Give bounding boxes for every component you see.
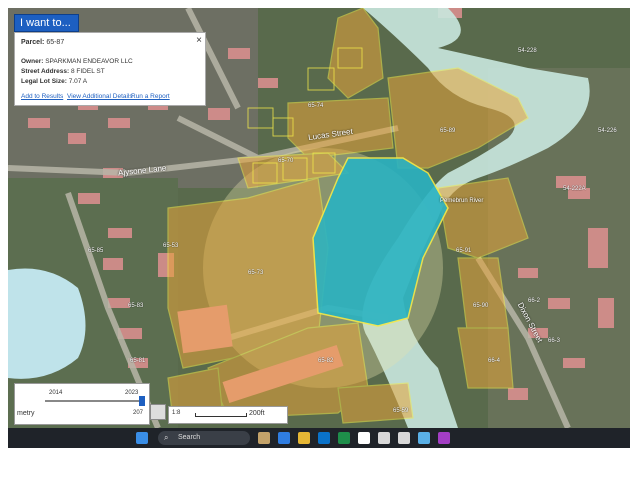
scale-label: 200ft <box>249 410 265 417</box>
map-canvas[interactable]: 65-89 65-73 65-82 65-91 65-85 65-83 65-8… <box>8 8 630 428</box>
search-icon: ⌕ <box>164 433 169 442</box>
app-icon[interactable] <box>358 432 370 444</box>
parcel-label: 65-89 <box>440 128 456 134</box>
parcel-value: 65-87 <box>46 39 65 46</box>
timeline-slider[interactable]: 2014 2023 metry 207 <box>14 383 150 425</box>
parcel-popup: × Parcel: 65-87 Owner: SPARKMAN ENDEAVOR… <box>14 32 206 106</box>
lot-size-value: 7.07 A <box>68 78 88 85</box>
parcel-label: 66-3 <box>548 338 561 344</box>
scale-bar: 1:8 200ft <box>168 406 288 424</box>
i-want-to-button[interactable]: I want to... <box>14 14 79 32</box>
run-report-link[interactable]: Run a Report <box>131 93 170 100</box>
taskbar: ⌕ Search <box>8 428 630 448</box>
windows-start-icon[interactable] <box>136 432 148 444</box>
parcel-label-key: Parcel: <box>21 39 45 46</box>
owner-value: SPARKMAN ENDEAVOR LLC <box>45 58 133 65</box>
address-value: 8 FIDEL ST <box>70 68 105 75</box>
parcel-label: 65-74 <box>308 103 324 109</box>
popup-parcel-row: Parcel: 65-87 <box>21 39 64 46</box>
parcel-label: 66-4 <box>488 358 501 364</box>
parcel-label: 65-59 <box>393 408 409 414</box>
parcel-label: 65-91 <box>456 248 472 254</box>
timeline-handle[interactable] <box>139 396 145 406</box>
parcel-label: 65-70 <box>278 158 294 164</box>
timeline-end-year: 2023 <box>125 390 139 396</box>
parcel-label: 65-81 <box>130 358 146 364</box>
popup-address-row: Street Address: 8 FIDEL ST <box>21 68 105 75</box>
parcel-label: 65-83 <box>128 303 144 309</box>
close-icon[interactable]: × <box>196 35 202 46</box>
parcel-label: 65-90 <box>473 303 489 309</box>
street-label-river: Pemebrun River <box>440 198 484 204</box>
app-icon[interactable] <box>418 432 430 444</box>
app-icon[interactable] <box>398 432 410 444</box>
lot-size-label: Legal Lot Size: <box>21 78 67 85</box>
parcel-label: 54-226 <box>598 128 617 134</box>
popup-owner-row: Owner: SPARKMAN ENDEAVOR LLC <box>21 58 133 65</box>
popup-lot-row: Legal Lot Size: 7.07 A <box>21 78 87 85</box>
add-to-results-link[interactable]: Add to Results <box>21 93 63 100</box>
view-details-link[interactable]: View Additional Details <box>67 93 133 100</box>
folder-icon[interactable] <box>298 432 310 444</box>
outlook-icon[interactable] <box>318 432 330 444</box>
timeline-start-year: 2014 <box>49 390 63 396</box>
taskbar-search[interactable]: ⌕ Search <box>158 431 250 445</box>
address-label: Street Address: <box>21 68 70 75</box>
parcel-label: 65-53 <box>163 243 179 249</box>
chrome-icon[interactable] <box>278 432 290 444</box>
scale-line <box>195 413 247 417</box>
timeline-track[interactable] <box>45 400 143 402</box>
owner-label: Owner: <box>21 58 44 65</box>
app-icon[interactable] <box>378 432 390 444</box>
timeline-value: 207 <box>133 410 144 416</box>
timeline-caption: metry <box>17 410 35 417</box>
avatar-icon[interactable] <box>258 432 270 444</box>
excel-icon[interactable] <box>338 432 350 444</box>
parcel-label: 65-82 <box>318 358 334 364</box>
app-icon[interactable] <box>438 432 450 444</box>
parcel-label: 54-228 <box>518 48 537 54</box>
basemap-toggle-icon[interactable] <box>150 404 166 420</box>
scale-ratio: 1:8 <box>172 410 181 416</box>
parcel-label: 65-73 <box>248 270 264 276</box>
parcel-label: 65-85 <box>88 248 104 254</box>
parcel-label: 66-2 <box>528 298 541 304</box>
search-placeholder: Search <box>178 434 201 441</box>
parcel-label: 54-222A <box>563 186 586 192</box>
